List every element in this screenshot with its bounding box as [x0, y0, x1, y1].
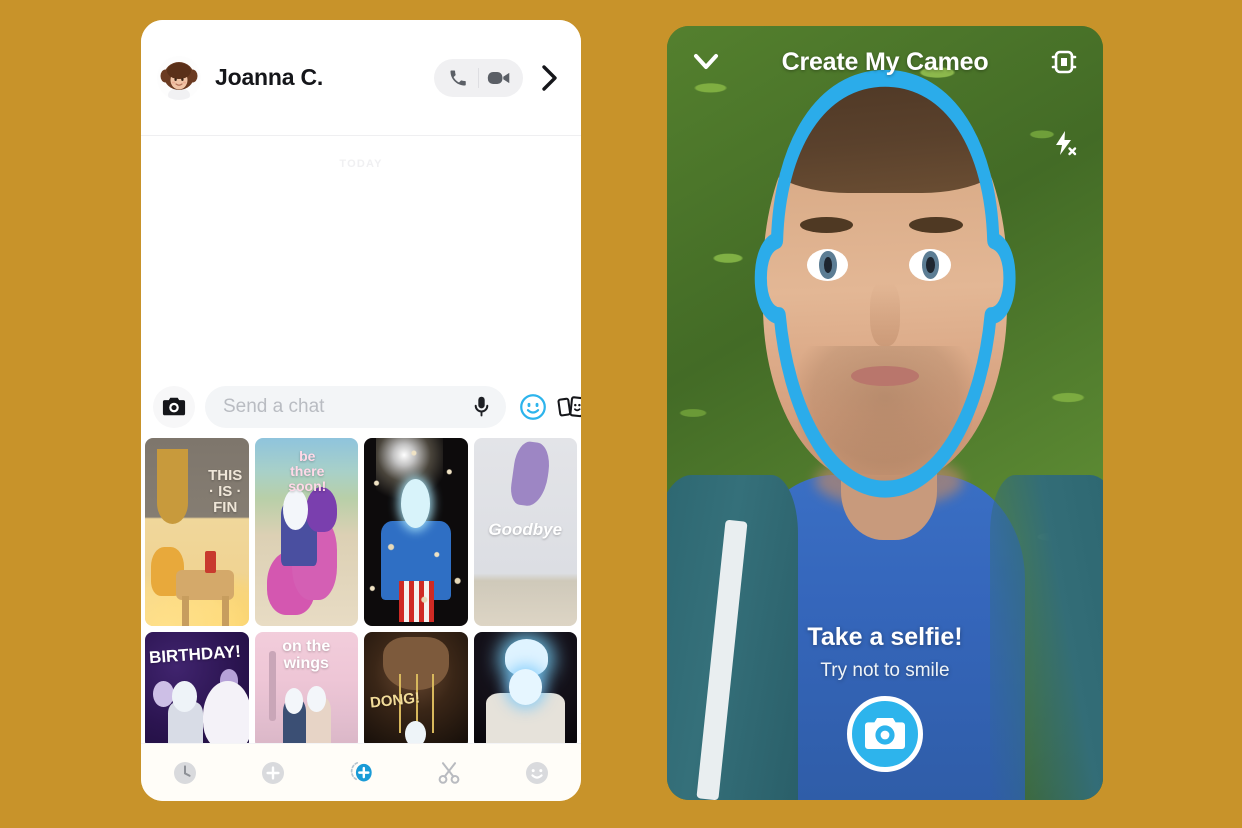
scissors-icon	[438, 761, 460, 784]
tile-caption: THIS · IS · FIN	[208, 467, 243, 516]
flip-camera-button[interactable]	[1047, 45, 1081, 79]
phone-icon	[450, 70, 466, 85]
flip-camera-icon	[1051, 50, 1077, 74]
prompt-subtitle: Try not to smile	[820, 660, 950, 681]
tile-face-placeholder	[284, 688, 304, 714]
nav-cameo-button[interactable]	[339, 751, 383, 795]
open-camera-button[interactable]	[153, 386, 195, 428]
chat-header: Joanna C.	[141, 20, 581, 136]
flash-toggle-button[interactable]	[1047, 126, 1081, 160]
nav-recent-button[interactable]	[163, 751, 207, 795]
cameo-tile[interactable]	[364, 438, 468, 626]
chat-input-bar	[141, 376, 581, 438]
close-button[interactable]	[689, 45, 723, 79]
call-actions-pill	[434, 58, 523, 97]
smiley-face-icon	[526, 761, 548, 784]
selfie-prompt: Take a selfie! Try not to smile	[667, 623, 1103, 682]
tile-decor	[221, 595, 229, 626]
clock-history-icon	[174, 761, 196, 784]
chat-input[interactable]	[223, 396, 468, 418]
nav-emoji-button[interactable]	[515, 751, 559, 795]
page-title: Create My Cameo	[781, 47, 989, 76]
shutter-button[interactable]	[847, 696, 923, 772]
tile-face-placeholder	[405, 720, 427, 743]
tile-face-placeholder	[171, 681, 197, 712]
voice-note-button[interactable]	[468, 392, 494, 422]
camera-screen-panel: Create My Cameo Take a selfie! Try not t…	[667, 26, 1103, 800]
tile-caption: BIRTHDAY!	[148, 641, 242, 668]
tile-decor	[432, 674, 435, 733]
cameo-bottom-nav	[141, 743, 581, 801]
flash-off-icon	[1056, 131, 1077, 156]
date-divider: TODAY	[339, 158, 383, 170]
tile-caption: on the wings	[282, 638, 331, 672]
shutter-camera-icon	[865, 718, 905, 749]
video-camera-icon	[487, 71, 510, 84]
cameo-tile[interactable]: on the wings	[254, 632, 358, 743]
tile-decor	[157, 449, 189, 525]
smiley-sticker-icon	[520, 394, 546, 420]
plus-circle-icon	[262, 761, 284, 784]
tile-decor	[508, 439, 553, 508]
contact-name: Joanna C.	[215, 64, 324, 90]
face-guide-outline	[750, 67, 1020, 500]
cameo-tile[interactable]: THIS · IS · FIN	[145, 438, 249, 626]
cameo-plus-icon	[350, 761, 372, 781]
prompt-title: Take a selfie!	[807, 623, 963, 651]
tile-decor	[364, 438, 468, 626]
sticker-button[interactable]	[514, 388, 552, 426]
tile-decor	[202, 681, 249, 743]
chat-input-wrapper[interactable]	[205, 386, 506, 428]
chat-screen-panel: Joanna C. TODAY Send a chat THIS · IS · …	[141, 20, 581, 801]
cameo-tile[interactable]: be there soon!	[254, 438, 358, 626]
tile-face-placeholder	[307, 685, 326, 712]
voice-call-button[interactable]	[438, 59, 478, 97]
tile-decor	[182, 595, 190, 626]
tile-caption: be there soon!	[288, 448, 327, 494]
microphone-icon	[474, 396, 488, 417]
video-call-button[interactable]	[479, 59, 519, 97]
cameo-tile[interactable]	[473, 632, 577, 743]
avatar[interactable]	[157, 55, 201, 100]
camera-viewfinder	[667, 26, 1103, 800]
cameo-cards-icon	[557, 396, 581, 418]
cameo-button[interactable]	[552, 388, 581, 426]
open-profile-button[interactable]	[537, 61, 563, 95]
camera-header: Create My Cameo	[667, 26, 1103, 98]
cameo-tile[interactable]: DONG!	[364, 632, 468, 743]
camera-icon	[162, 397, 186, 416]
cameo-tile[interactable]: Goodbye	[473, 438, 577, 626]
tile-caption: Goodbye	[488, 519, 563, 539]
nav-cut-button[interactable]	[427, 751, 471, 795]
tile-face-placeholder	[508, 669, 542, 705]
tile-caption: DONG!	[369, 689, 421, 712]
tile-decor	[205, 550, 217, 574]
cameo-template-grid: THIS · IS · FIN be there soon! Goodbye B…	[141, 438, 581, 743]
chevron-right-icon	[542, 64, 557, 91]
cameo-tile[interactable]: BIRTHDAY!	[145, 632, 249, 743]
chevron-down-icon	[694, 54, 718, 69]
nav-add-button[interactable]	[251, 751, 295, 795]
conversation-area: TODAY	[141, 136, 581, 376]
